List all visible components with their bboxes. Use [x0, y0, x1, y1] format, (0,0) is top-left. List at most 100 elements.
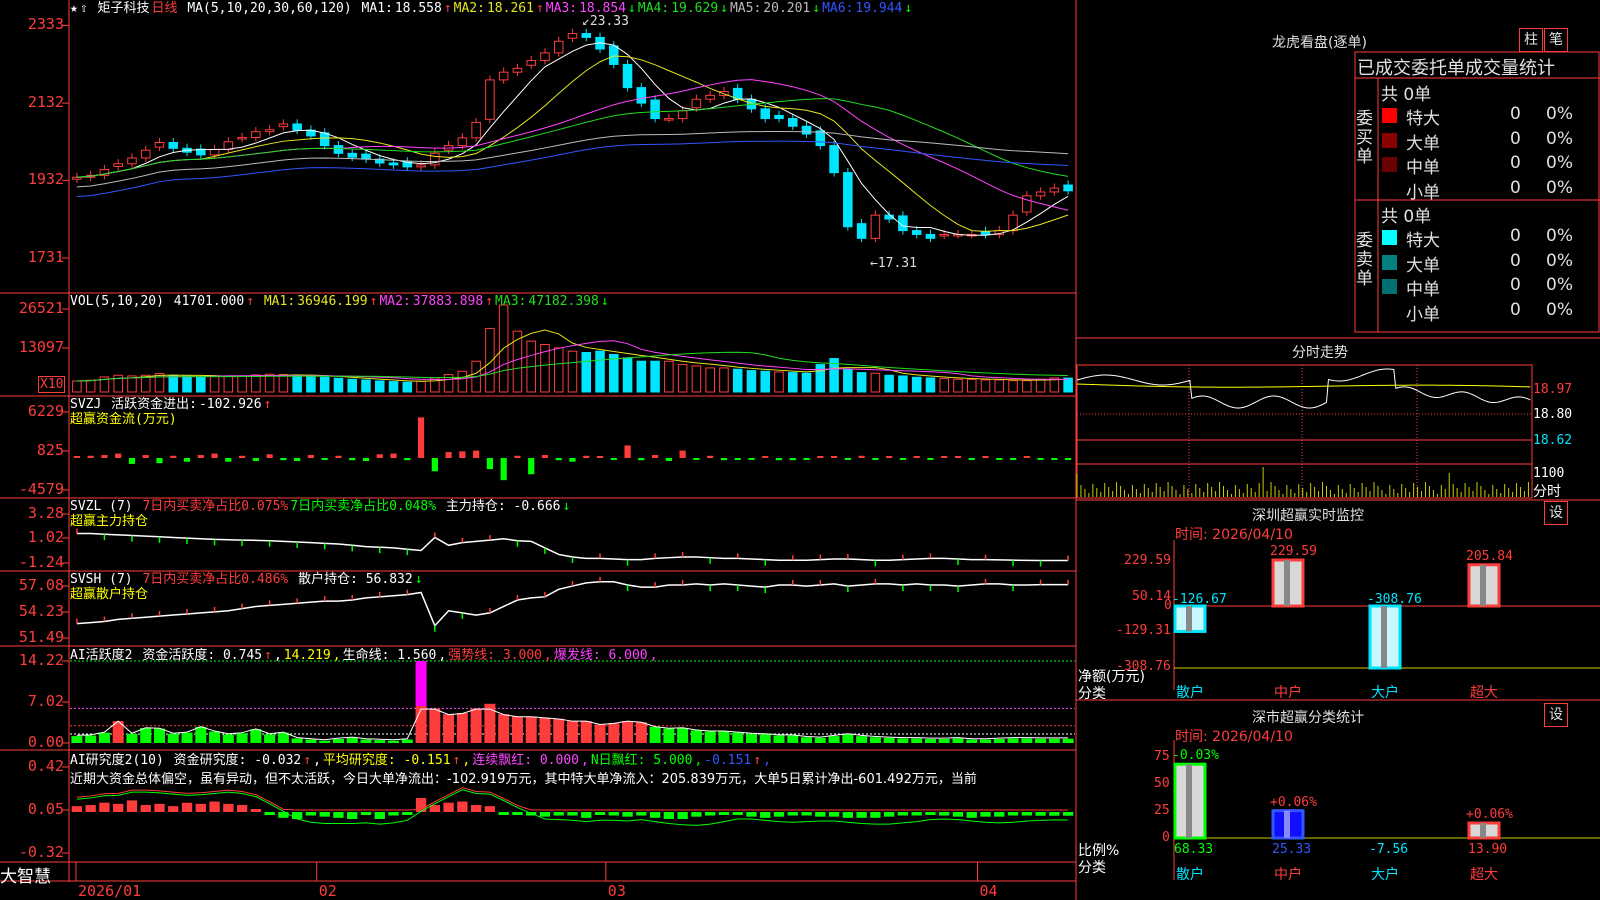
ai-arrow: ↑ — [264, 648, 272, 663]
volume-bar — [567, 350, 578, 393]
flow-bar — [789, 458, 796, 461]
research-bar — [773, 812, 785, 817]
activity-bar — [732, 732, 744, 743]
candle-body — [292, 123, 302, 131]
research-arrow: ↑ — [303, 753, 312, 768]
activity-bar — [222, 734, 234, 743]
flow-bar — [720, 458, 728, 461]
dropdown-icon[interactable]: ⇧ — [80, 1, 88, 16]
bar-mode-button[interactable]: 柱 — [1519, 28, 1543, 52]
activity-bar — [264, 734, 276, 743]
research-bar — [842, 812, 854, 818]
candle-body — [388, 162, 399, 166]
activity-bar — [525, 716, 537, 743]
flow-bar — [982, 456, 989, 458]
row-count: 0 — [1510, 250, 1521, 271]
research-bar — [126, 800, 138, 812]
low-label: ←17.31 — [870, 256, 917, 271]
svzl-item3: 主力持仓: -0.666 — [445, 499, 561, 514]
flow-bar — [500, 458, 507, 481]
classify-value-label: 25.33 — [1272, 842, 1312, 857]
candle-body — [333, 145, 344, 154]
volume-bar — [856, 372, 867, 393]
research-bar — [71, 806, 83, 812]
activity-bar — [236, 733, 248, 743]
candle-body — [526, 60, 536, 66]
research-bar — [181, 802, 193, 812]
monitor-xlabel: 分类 — [1078, 686, 1106, 702]
activity-bar — [856, 736, 868, 743]
activity-bars — [70, 660, 1075, 743]
candle-body — [636, 87, 647, 104]
pen-mode-button[interactable]: 笔 — [1544, 28, 1568, 52]
flow-bar — [913, 456, 920, 458]
flow-bar — [238, 455, 246, 458]
y-tick-label: 0.42 — [27, 757, 64, 775]
volume-bars — [72, 304, 1073, 393]
y-tick-label: 1932 — [27, 170, 64, 189]
research-bar — [305, 812, 317, 816]
volume-bar — [911, 376, 922, 393]
research-item: N日飘红: 5.000 — [590, 753, 693, 768]
activity-bar — [663, 728, 675, 743]
activity-bar — [470, 708, 482, 743]
flow-bar — [280, 458, 287, 461]
flow-bar — [652, 455, 659, 458]
activity-bar — [938, 738, 950, 743]
candle-body — [223, 141, 234, 150]
activity-bar — [85, 735, 97, 743]
classify-bar-stripe — [1284, 810, 1290, 838]
classify-change-label: -0.03% — [1172, 748, 1219, 764]
star-icon[interactable]: ★ — [70, 1, 78, 16]
flow-bar — [225, 458, 232, 462]
volume-bar — [402, 381, 413, 393]
candle-body — [168, 142, 179, 149]
ma-arrow: ↓ — [812, 1, 821, 16]
y-tick-label: 6229 — [27, 402, 64, 420]
activity-bar — [1062, 738, 1074, 743]
activity-bar — [126, 733, 138, 743]
activity-bar — [759, 734, 771, 743]
sell-total: 共 0单 — [1381, 207, 1432, 227]
classify-time: 时间: 2026/04/10 — [1175, 729, 1293, 745]
volume-bar — [1022, 380, 1032, 393]
volume-bar — [264, 373, 275, 393]
y-tick-label: 3.28 — [27, 504, 64, 522]
flow-bar — [514, 455, 521, 458]
research-bar — [980, 812, 991, 817]
research-bar — [168, 806, 179, 812]
activity-bar — [690, 730, 702, 743]
research-bar — [897, 812, 909, 816]
candle-body — [664, 118, 674, 121]
svzj-subtitle: 超赢资金流(万元) — [70, 412, 177, 427]
activity-bar — [704, 731, 716, 743]
flow-bar — [762, 456, 769, 458]
volume-bar — [361, 379, 371, 393]
row-count: 0 — [1510, 226, 1521, 246]
monitor-y-tick: 229.59 — [1124, 553, 1171, 568]
svsh-item2: 散户持仓: 56.832 — [298, 572, 413, 587]
activity-bar-burst — [415, 661, 427, 707]
monitor-settings-button[interactable]: 设 — [1544, 501, 1568, 525]
flow-bar — [404, 458, 411, 461]
flow-bar — [459, 451, 466, 458]
volume-bar — [581, 352, 592, 393]
candle-body — [1049, 187, 1060, 193]
volume-bar — [788, 372, 798, 393]
activity-bar — [71, 736, 83, 743]
activity-bar — [456, 713, 468, 743]
row-pct: 0% — [1546, 128, 1573, 149]
classify-settings-button[interactable]: 设 — [1544, 703, 1568, 727]
legend-swatch — [1382, 181, 1397, 197]
vol-ma-name: MA3: — [495, 294, 527, 309]
flow-bar — [73, 456, 80, 458]
research-bar — [223, 803, 234, 812]
classify-chart — [1173, 762, 1600, 840]
research-bar — [374, 812, 385, 819]
ma-name: MA4: — [637, 1, 670, 16]
flow-bar — [128, 458, 136, 464]
research-bar — [952, 812, 964, 817]
flow-bar — [1065, 458, 1072, 460]
flow-bar — [638, 458, 645, 461]
research-bar — [732, 812, 743, 815]
